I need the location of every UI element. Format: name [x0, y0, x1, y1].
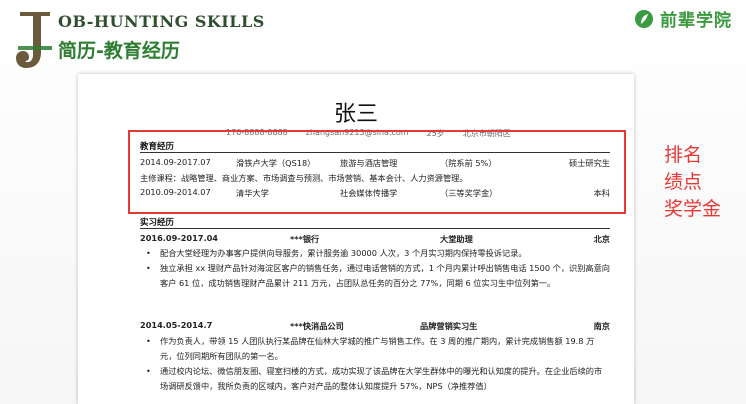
brand-logo: 前辈学院 [634, 6, 732, 31]
job-company: ***快消品公司 [290, 321, 344, 331]
leaf-logo-icon [635, 9, 653, 28]
annotation-line-scholarship: 奖学金 [664, 198, 722, 220]
resume-sheet: 张三 176-8888-8888 zhangsan9213@sina.com 2… [78, 74, 634, 404]
resume-name: 张三 [333, 102, 378, 127]
job-role: 品牌营销实习生 [420, 321, 478, 331]
job-date: 2016.09-2017.04 [140, 233, 218, 243]
experience-title: 实习经历 [140, 218, 175, 228]
job-date: 2014.05-2014.7 [140, 320, 213, 330]
job-city: 南京 [593, 321, 610, 331]
job-city: 北京 [593, 234, 610, 244]
annotation-line-gpa: 绩点 [664, 171, 703, 193]
header-title-en: OB-HUNTING SKILLS [58, 12, 265, 31]
annotation-line-rank: 排名 [664, 144, 703, 166]
job-company: ***银行 [290, 234, 320, 244]
education-highlight-box [128, 130, 626, 214]
header-title-zh: 简历-教育经历 [58, 40, 180, 62]
annotation-note: 排名 绩点 奖学金 [664, 142, 721, 223]
job-role: 大堂助理 [440, 234, 473, 244]
brand-name: 前辈学院 [660, 11, 732, 31]
j-logo-icon [16, 12, 52, 68]
experience-divider [140, 228, 610, 229]
